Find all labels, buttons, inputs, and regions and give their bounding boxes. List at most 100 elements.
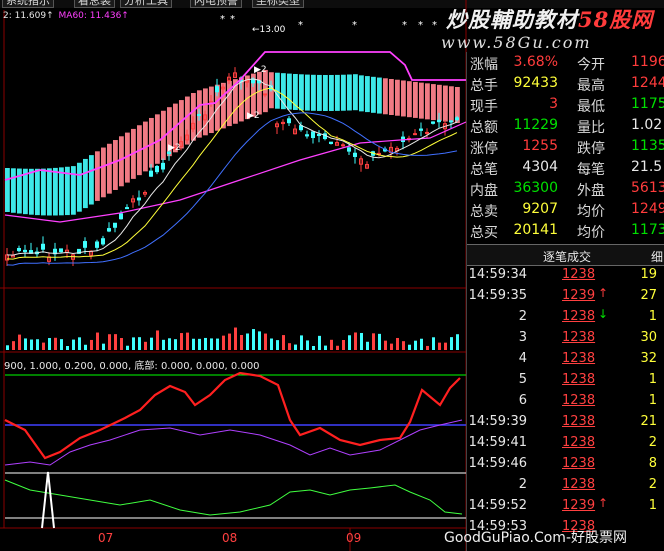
volume-bar: [306, 340, 309, 350]
trade-price: 1238: [562, 309, 596, 324]
volume-bar: [180, 333, 183, 350]
quote-label: 总额: [470, 120, 498, 136]
candle-body: [161, 162, 165, 170]
band-bar: [329, 74, 334, 111]
band-bar: [11, 168, 16, 213]
trade-volume: 2: [648, 435, 657, 450]
trade-volume: 1: [648, 498, 657, 513]
watermark-title-brand: 58股网: [578, 7, 654, 32]
volume-bar: [426, 345, 429, 350]
volume-bar: [390, 343, 393, 350]
up-arrow-icon: ↑: [598, 286, 609, 300]
volume-bar: [204, 337, 207, 350]
band-bar: [35, 168, 40, 216]
band-bar: [209, 86, 214, 134]
trade-time: 14:59:34: [468, 267, 527, 282]
volume-bar: [234, 327, 237, 350]
band-bar: [119, 136, 124, 187]
volume-bar: [162, 339, 165, 350]
band-bar: [293, 73, 298, 110]
candle-body: [263, 93, 267, 96]
signal-star-icon: *: [432, 20, 437, 31]
volume-bar: [384, 340, 387, 350]
volume-bar: [90, 339, 93, 350]
band-bar: [47, 168, 52, 216]
band-bar: [113, 140, 118, 190]
volume-bar: [126, 345, 129, 350]
trades-header[interactable]: 逐笔成交 细: [467, 244, 664, 266]
volume-bar: [402, 341, 405, 350]
quote-label: 涨幅: [470, 57, 498, 73]
candle-body: [113, 222, 117, 228]
trade-row: 14:59:39 1238 21: [467, 412, 664, 433]
trade-time: 14:59:35: [468, 288, 527, 303]
band-bar: [401, 80, 406, 117]
trade-time: 14:59:46: [468, 456, 527, 471]
volume-bar: [342, 339, 345, 350]
quote-label: 涨停: [470, 141, 498, 157]
band-bar: [413, 81, 418, 118]
signal-star-icon: *: [220, 14, 225, 25]
trade-volume: 1: [648, 393, 657, 408]
trade-row: 14:59:52 1239 ↑ 1: [467, 496, 664, 517]
volume-bar: [288, 343, 291, 350]
candle-body: [119, 213, 123, 220]
quote-value: 20141: [513, 222, 558, 238]
candle-body: [149, 170, 153, 177]
signal-label: ▶2: [168, 143, 181, 153]
quote-value: 3.68%: [513, 54, 558, 70]
signal-star-icon: *: [418, 20, 423, 31]
quote-label: 总手: [470, 78, 498, 94]
quote-value: 1255: [522, 138, 558, 154]
quote-row: 总买 20141 均价 1173: [467, 220, 664, 241]
quote-value: 1244: [631, 75, 664, 91]
x-axis-label-09: 09: [346, 531, 362, 545]
candle-body: [305, 134, 309, 137]
quote-panel: 涨幅 3.68% 今开 1196 总手 92433 最高 1244 现手 3 最低 1175 总额 112…: [466, 52, 664, 551]
band-bar: [359, 75, 364, 112]
volume-bar: [168, 338, 171, 350]
trade-price: 1238: [562, 393, 596, 408]
volume-bar: [120, 338, 123, 350]
volume-bar: [456, 334, 459, 350]
volume-bar: [96, 332, 99, 350]
band-bar: [431, 84, 436, 121]
volume-bar: [252, 329, 255, 350]
volume-bar: [294, 344, 297, 350]
quote-value: 1175: [631, 96, 664, 112]
quote-value: 36300: [513, 180, 558, 196]
down-arrow-icon: ↓: [598, 307, 609, 321]
volume-bar: [372, 333, 375, 350]
candle-body: [137, 197, 141, 201]
volume-bar: [102, 343, 105, 350]
band-bar: [353, 74, 358, 111]
band-bar: [389, 79, 394, 115]
band-bar: [371, 76, 376, 113]
band-bar: [287, 73, 292, 110]
trade-time: 2: [518, 309, 527, 324]
volume-bar: [36, 339, 39, 350]
candle-body: [197, 113, 201, 116]
quote-label: 每笔: [577, 162, 605, 178]
candle-body: [23, 249, 27, 253]
trade-volume: 1: [648, 372, 657, 387]
volume-bar: [312, 345, 315, 350]
band-bar: [443, 85, 448, 122]
candle-body: [287, 118, 291, 124]
trade-time: 14:59:41: [468, 435, 527, 450]
quote-label: 均价: [577, 204, 605, 220]
candle-body: [17, 248, 21, 252]
candle-body: [329, 141, 333, 145]
volume-bar: [198, 338, 201, 350]
quote-label: 总买: [470, 225, 498, 241]
volume-bar: [6, 345, 9, 350]
signal-star-icon: *: [352, 20, 357, 31]
trade-price: 1239: [562, 288, 596, 303]
trade-price: 1238: [562, 330, 596, 345]
quote-value: 9207: [522, 201, 558, 217]
osc-sub-line: [4, 479, 463, 516]
candle-body: [347, 147, 351, 152]
x-axis-label-08: 08: [222, 531, 238, 545]
signal-star-icon: *: [230, 14, 235, 25]
band-bar: [257, 71, 262, 115]
